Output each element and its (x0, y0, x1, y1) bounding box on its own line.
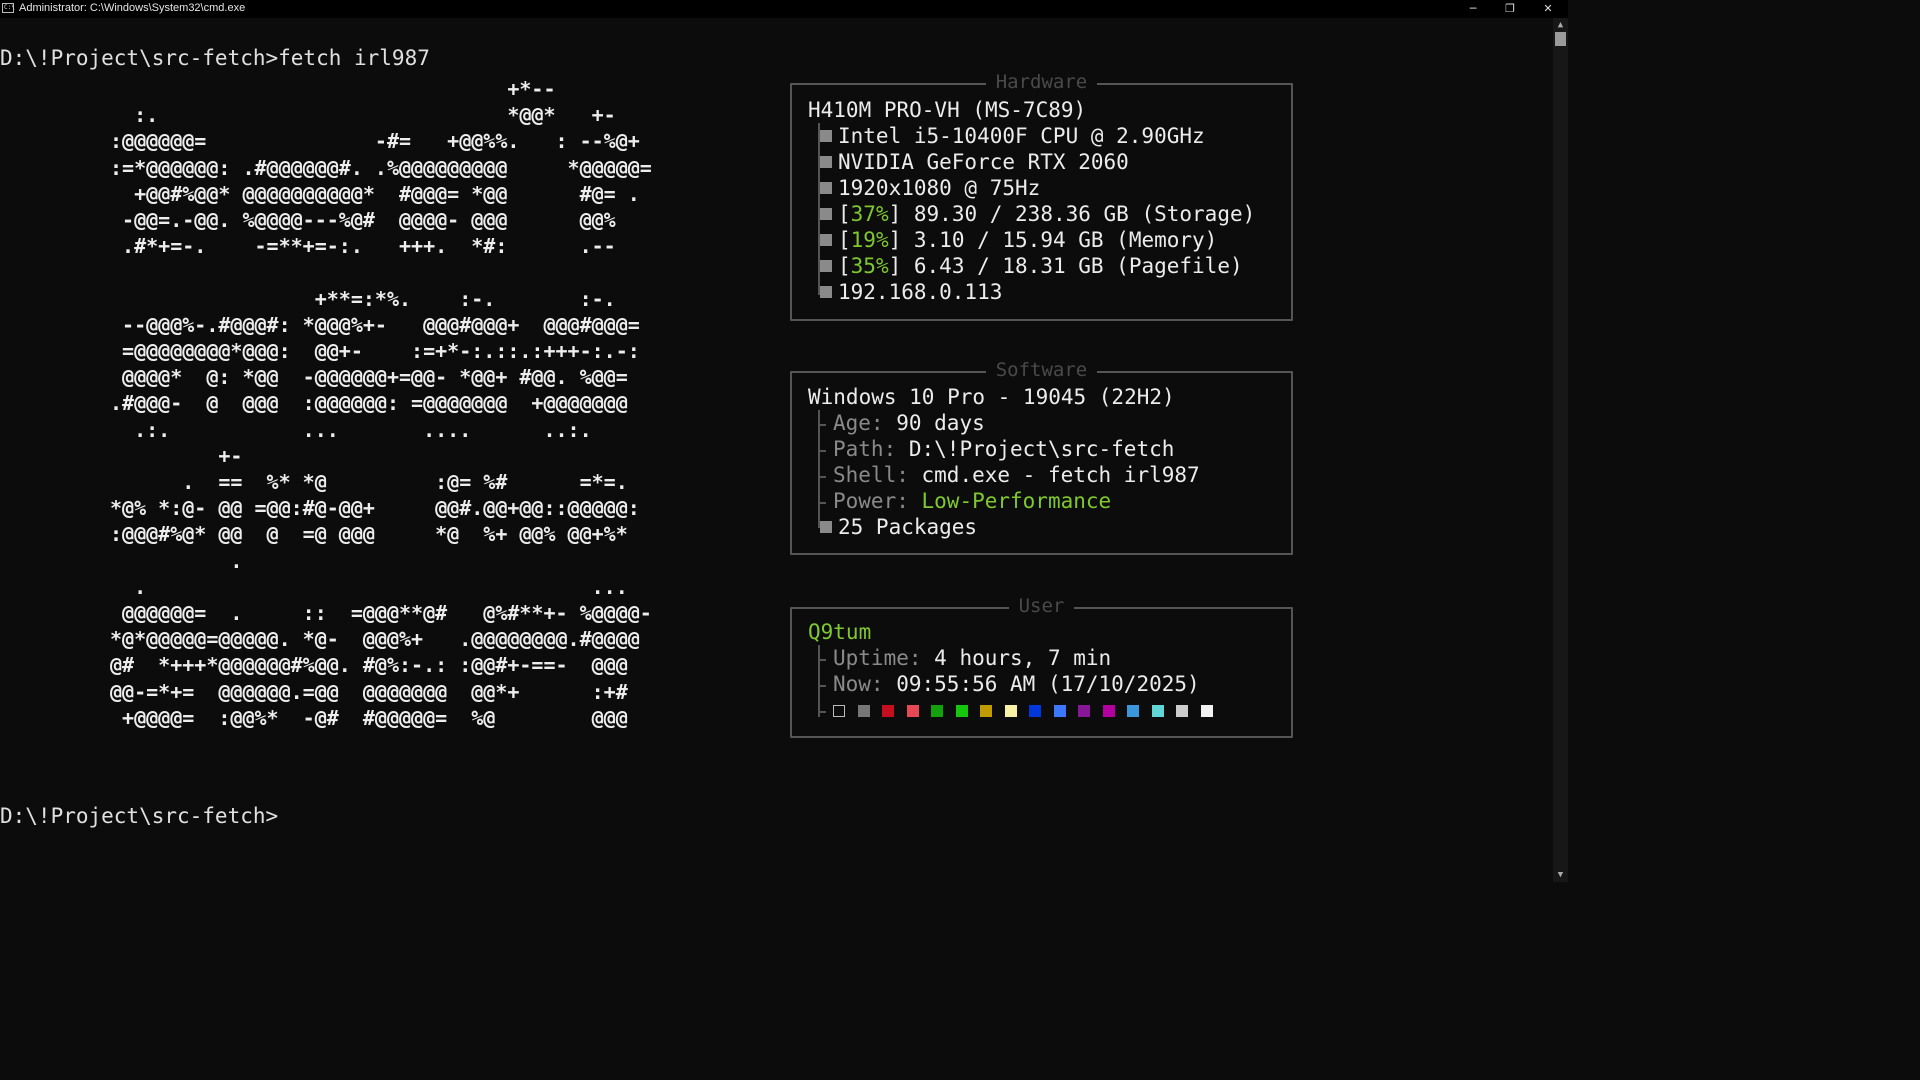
color-swatch (1053, 705, 1066, 717)
color-swatch (1029, 705, 1041, 717)
software-title: Software (985, 359, 1098, 381)
bullet-icon (820, 208, 832, 220)
user-name: Q9tum (808, 620, 872, 644)
bullet-icon (820, 286, 832, 298)
power-row: Power: Low-Performance (833, 488, 1111, 514)
close-button[interactable]: ✕ (1530, 0, 1566, 18)
color-swatch (955, 705, 968, 717)
cmd-icon: C:\ (2, 3, 15, 13)
color-swatch (1004, 705, 1017, 717)
now-label: Now: (833, 672, 884, 696)
ascii-logo: +*-- :. *@@* +- :@@@@@@= -#= +@@%%. : --… (110, 77, 652, 730)
power-value: Low-Performance (921, 489, 1112, 513)
hardware-item: 192.168.0.113 (818, 279, 1002, 305)
hardware-item-text: 6.43 / 18.31 GB (Pagefile) (901, 254, 1243, 278)
vertical-scrollbar[interactable]: ▲ ▼ (1553, 18, 1568, 882)
command-line: D:\!Project\src-fetch>fetch irl987 (0, 46, 430, 70)
uptime-value: 4 hours, 7 min (934, 646, 1112, 670)
power-label: Power: (833, 489, 909, 513)
color-swatch (1102, 705, 1115, 717)
age-value: 90 days (896, 411, 985, 435)
scroll-down-arrow-icon[interactable]: ▼ (1553, 868, 1568, 882)
window-titlebar[interactable]: C:\ Administrator: C:\Windows\System32\c… (0, 0, 1568, 18)
hardware-item: NVIDIA GeForce RTX 2060 (818, 149, 1129, 175)
usage-percent: 37% (850, 202, 889, 226)
hardware-item: [35%] 6.43 / 18.31 GB (Pagefile) (818, 253, 1243, 279)
age-label: Age: (833, 411, 884, 435)
hardware-item-text: 3.10 / 15.94 GB (Memory) (901, 228, 1218, 252)
packages-value: 25 Packages (838, 515, 978, 539)
bullet-icon (820, 182, 832, 194)
hardware-item: [19%] 3.10 / 15.94 GB (Memory) (818, 227, 1217, 253)
color-swatch (1078, 705, 1090, 717)
bullet-icon (820, 130, 832, 142)
bullet-icon (820, 260, 832, 272)
age-row: Age: 90 days (833, 410, 985, 436)
shell-row: Shell: cmd.exe - fetch irl987 (833, 462, 1200, 488)
minimize-button[interactable]: ─ (1455, 0, 1491, 18)
hardware-item-text: 89.30 / 238.36 GB (Storage) (901, 202, 1256, 226)
color-swatch (857, 705, 870, 717)
hardware-item-text: Intel i5-10400F CPU @ 2.90GHz (838, 124, 1205, 148)
color-swatch (980, 705, 992, 717)
color-swatch (882, 705, 894, 717)
user-tree-line (818, 645, 820, 717)
hardware-title: Hardware (985, 71, 1098, 93)
hardware-item-text: NVIDIA GeForce RTX 2060 (838, 150, 1129, 174)
hardware-item: 1920x1080 @ 75Hz (818, 175, 1040, 201)
path-label: Path: (833, 437, 897, 461)
scroll-thumb[interactable] (1555, 32, 1566, 46)
window-title: Administrator: C:\Windows\System32\cmd.e… (19, 2, 246, 14)
os-version: Windows 10 Pro - 19045 (22H2) (808, 385, 1175, 409)
shell-value: cmd.exe - fetch irl987 (921, 463, 1200, 487)
now-value: 09:55:56 AM (17/10/2025) (896, 672, 1200, 696)
color-swatch (833, 705, 845, 717)
color-swatch (1151, 705, 1164, 717)
board-name: H410M PRO-VH (MS-7C89) (808, 98, 1087, 122)
hardware-item-text: 1920x1080 @ 75Hz (838, 176, 1041, 200)
packages-row: 25 Packages (818, 514, 977, 540)
color-swatch (906, 705, 919, 717)
prompt-line[interactable]: D:\!Project\src-fetch> (0, 803, 278, 829)
color-swatch (931, 705, 943, 717)
terminal-area[interactable]: D:\!Project\src-fetch>fetch irl987 +*-- … (0, 18, 1553, 882)
color-swatch (1176, 705, 1188, 717)
now-row: Now: 09:55:56 AM (17/10/2025) (833, 671, 1200, 697)
hardware-item: Intel i5-10400F CPU @ 2.90GHz (818, 123, 1205, 149)
bullet-icon (820, 234, 832, 246)
usage-percent: 35% (850, 254, 889, 278)
shell-label: Shell: (833, 463, 909, 487)
restore-button[interactable]: ❐ (1492, 0, 1528, 18)
hardware-item: [37%] 89.30 / 238.36 GB (Storage) (818, 201, 1255, 227)
path-row: Path: D:\!Project\src-fetch (833, 436, 1174, 462)
hardware-item-text: 192.168.0.113 (838, 280, 1003, 304)
bullet-icon (820, 156, 832, 168)
color-swatch (1200, 705, 1213, 717)
software-tree-line (818, 410, 820, 528)
user-title: User (1008, 595, 1075, 617)
color-swatch (1127, 705, 1139, 717)
path-value: D:\!Project\src-fetch (908, 437, 1175, 461)
uptime-label: Uptime: (833, 646, 922, 670)
usage-percent: 19% (850, 228, 889, 252)
bullet-icon (820, 521, 832, 533)
uptime-row: Uptime: 4 hours, 7 min (833, 645, 1111, 671)
scroll-up-arrow-icon[interactable]: ▲ (1553, 18, 1568, 32)
